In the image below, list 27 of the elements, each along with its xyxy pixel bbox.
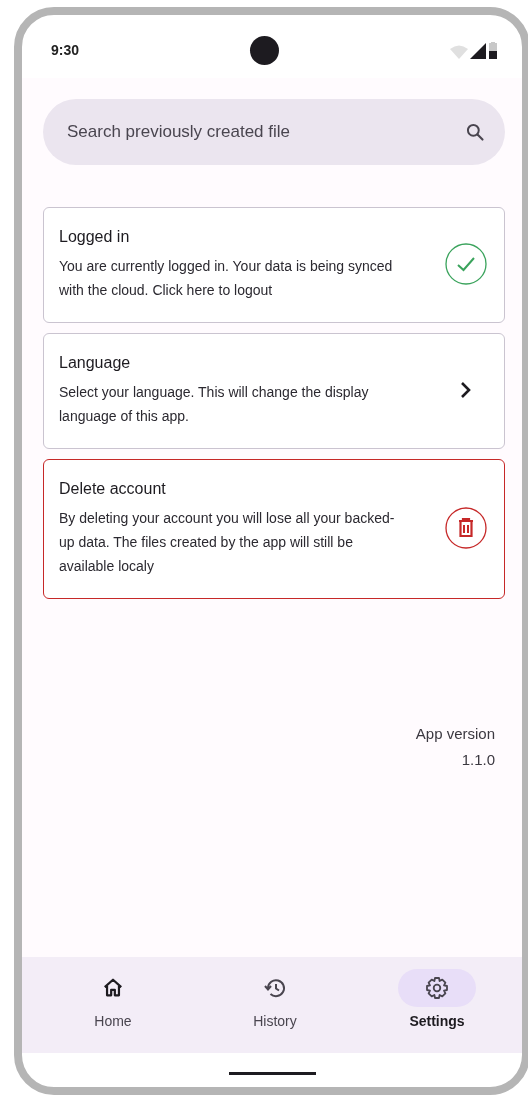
signal-icon	[470, 43, 486, 59]
clock-time: 9:30	[51, 41, 80, 60]
chevron-right-icon	[460, 381, 472, 399]
card-title: Logged in	[59, 227, 131, 247]
card-title: Delete account	[59, 479, 167, 499]
card-description: Select your language. This will change the display language of this app.	[59, 383, 370, 426]
nav-tab[interactable]: Settings	[356, 969, 518, 1032]
card-description: By deleting your account you will lose all your backed-up data. The files created by the app will still be available localy	[59, 509, 396, 576]
nav-tab[interactable]: History	[194, 969, 356, 1032]
search-field[interactable]: Search previously created file	[43, 99, 505, 165]
history-icon	[263, 976, 287, 1000]
battery-icon	[488, 42, 498, 59]
camera-cutout	[250, 36, 279, 65]
settings-card[interactable]: Language Select your language. This will change the display language of this app.	[43, 333, 505, 449]
delete-account-card[interactable]: Delete account By deleting your account you will lose all your backed-up data. The files created by the app will still be available localy	[43, 459, 505, 599]
trash-circle-icon[interactable]	[445, 507, 487, 549]
card-title: Language	[59, 353, 132, 373]
app-version-label: App version	[415, 724, 495, 744]
search-icon[interactable]	[465, 122, 485, 142]
nav-tab[interactable]: Home	[32, 969, 194, 1032]
card-description: You are currently logged in. Your data is being synced with the cloud. Click here to logout	[59, 257, 394, 300]
app-version-number: 1.1.0	[461, 750, 495, 770]
checkmark-circle-icon	[445, 243, 487, 285]
gear-icon	[425, 976, 449, 1000]
wifi-icon	[450, 45, 468, 59]
settings-card[interactable]: Logged in You are currently logged in. Your data is being synced with the cloud. Click here to logout	[43, 207, 505, 323]
home-icon	[102, 977, 124, 999]
